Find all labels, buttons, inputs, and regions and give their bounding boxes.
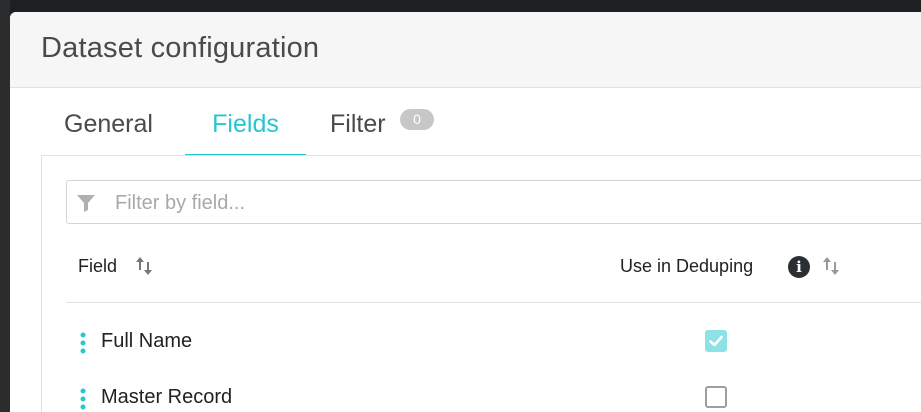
tab-general[interactable]: General: [64, 88, 153, 154]
field-search-box[interactable]: [66, 180, 921, 224]
tab-bar: General Fields Filter 0: [10, 88, 921, 156]
dialog-title: Dataset configuration: [41, 32, 320, 64]
backdrop: [0, 0, 10, 412]
sort-field-icon[interactable]: [134, 255, 154, 277]
field-name: Master Record: [101, 386, 233, 408]
table-row: Full Name: [66, 322, 921, 362]
drag-handle-icon[interactable]: [79, 388, 87, 410]
tab-filter[interactable]: Filter: [330, 88, 386, 154]
table-row: Master Record: [66, 378, 921, 412]
drag-handle-icon[interactable]: [79, 332, 87, 354]
dialog-header: Dataset configuration: [10, 12, 921, 88]
info-icon[interactable]: i: [788, 256, 810, 278]
sort-deduping-icon[interactable]: [821, 255, 841, 277]
tab-fields[interactable]: Fields: [185, 88, 306, 156]
header-divider: [66, 302, 921, 303]
check-icon: [709, 335, 723, 347]
fields-panel: Field Use in Deduping i Full Name: [41, 155, 921, 412]
filter-count-badge: 0: [400, 109, 434, 130]
filter-icon: [77, 195, 95, 212]
dataset-configuration-dialog: Dataset configuration General Fields Fil…: [10, 12, 921, 412]
column-header-field[interactable]: Field: [78, 256, 117, 277]
field-search-input[interactable]: [113, 187, 897, 219]
field-name: Full Name: [101, 330, 193, 352]
use-in-deduping-checkbox[interactable]: [705, 330, 727, 352]
use-in-deduping-checkbox[interactable]: [705, 386, 727, 408]
column-header-use-in-deduping[interactable]: Use in Deduping: [620, 256, 753, 277]
